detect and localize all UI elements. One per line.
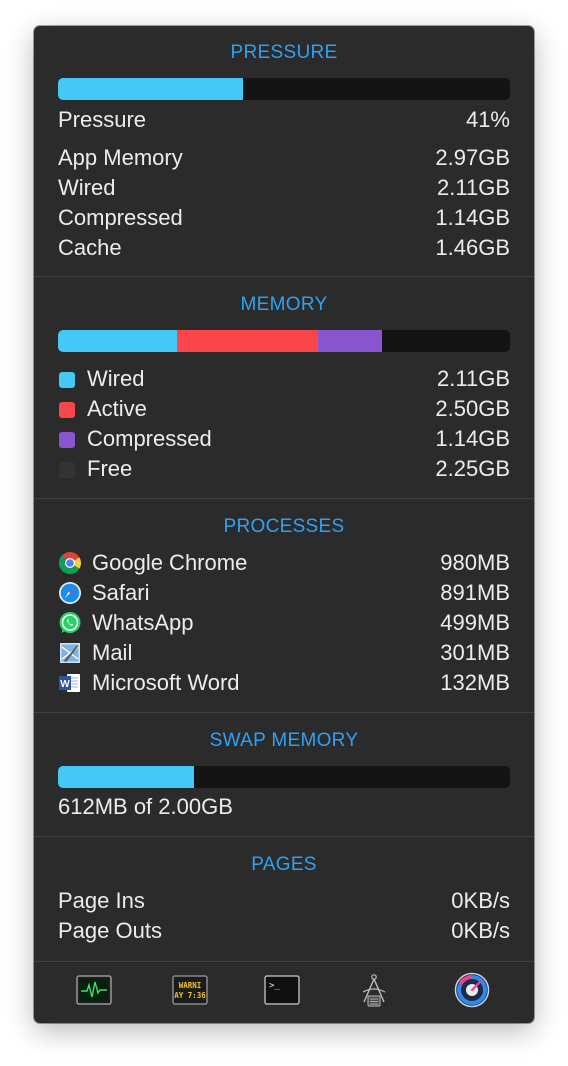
activity-monitor-icon (76, 974, 112, 1010)
safari-icon (58, 581, 82, 605)
stat-value: 2.11GB (437, 175, 510, 200)
svg-text:>_: >_ (269, 981, 280, 991)
console-icon: WARNI AY 7:36 (172, 974, 208, 1010)
pages-label: Page Ins (58, 888, 145, 913)
memory-row-free: Free 2.25GB (58, 454, 510, 484)
istat-menus-icon (454, 972, 490, 1013)
process-row-chrome[interactable]: Google Chrome 980MB (58, 548, 510, 578)
pages-row-outs: Page Outs 0KB/s (58, 916, 510, 946)
process-row-word[interactable]: W Microsoft Word 132MB (58, 668, 510, 698)
process-value: 499MB (440, 610, 510, 635)
memory-label: Active (87, 396, 147, 421)
wired-swatch (59, 372, 75, 388)
system-information-icon (358, 972, 390, 1013)
memory-label: Compressed (87, 426, 212, 451)
compressed-swatch (59, 432, 75, 448)
swap-bar-fill (58, 766, 194, 788)
process-value: 301MB (440, 640, 510, 665)
memory-bar-segment-compressed (318, 330, 382, 352)
pressure-value: 41% (465, 107, 510, 132)
memory-row-wired: Wired 2.11GB (58, 364, 510, 394)
process-label: Mail (92, 640, 133, 665)
swap-bar (58, 766, 510, 788)
pressure-row: Pressure 41% (58, 105, 510, 135)
section-divider (34, 836, 534, 837)
svg-text:W: W (60, 679, 70, 690)
chrome-icon (58, 551, 82, 575)
memory-bar (58, 330, 510, 352)
stat-value: 1.46GB (435, 235, 510, 260)
svg-text:WARNI: WARNI (179, 981, 202, 990)
console-button[interactable]: WARNI AY 7:36 (170, 972, 210, 1012)
pressure-bar-fill (58, 78, 243, 100)
memory-label: Wired (87, 366, 145, 391)
stat-row-app-memory: App Memory 2.97GB (58, 143, 510, 173)
stat-label: Compressed (58, 205, 183, 230)
pages-value: 0KB/s (451, 888, 510, 913)
istat-menus-button[interactable] (452, 972, 492, 1012)
process-row-whatsapp[interactable]: WhatsApp 499MB (58, 608, 510, 638)
stat-label: Cache (58, 235, 122, 260)
bottom-toolbar: WARNI AY 7:36 >_ (34, 962, 534, 1023)
process-label: Google Chrome (92, 550, 248, 575)
process-value: 980MB (440, 550, 510, 575)
system-information-button[interactable] (354, 972, 394, 1012)
section-divider (34, 276, 534, 277)
activity-monitor-button[interactable] (74, 972, 114, 1012)
memory-value: 1.14GB (435, 426, 510, 451)
process-row-safari[interactable]: Safari 891MB (58, 578, 510, 608)
pressure-bar (58, 78, 510, 100)
active-swatch (59, 402, 75, 418)
pages-label: Page Outs (58, 918, 162, 943)
process-value: 132MB (440, 670, 510, 695)
process-label: Safari (92, 580, 150, 605)
pages-value: 0KB/s (451, 918, 510, 943)
stat-label: App Memory (58, 145, 183, 170)
section-divider (34, 712, 534, 713)
memory-dropdown-panel: PRESSURE Pressure 41% App Memory 2.97GB … (34, 26, 534, 1023)
whatsapp-icon (58, 611, 82, 635)
pressure-title: PRESSURE (230, 42, 338, 63)
stat-row-compressed: Compressed 1.14GB (58, 203, 510, 233)
memory-row-active: Active 2.50GB (58, 394, 510, 424)
memory-row-compressed: Compressed 1.14GB (58, 424, 510, 454)
pages-title: PAGES (251, 854, 317, 875)
memory-bar-segment-wired (58, 330, 177, 352)
swap-summary-row: 612MB of 2.00GB (58, 792, 510, 822)
process-label: WhatsApp (92, 610, 194, 635)
mail-icon (58, 641, 82, 665)
process-value: 891MB (440, 580, 510, 605)
processes-title: PROCESSES (223, 516, 345, 537)
terminal-button[interactable]: >_ (262, 972, 302, 1012)
word-icon: W (58, 671, 82, 695)
stat-label: Wired (58, 175, 116, 200)
memory-label: Free (87, 456, 133, 481)
section-divider (34, 498, 534, 499)
svg-text:AY 7:36: AY 7:36 (174, 991, 206, 1000)
process-label: Microsoft Word (92, 670, 240, 695)
stat-row-cache: Cache 1.46GB (58, 233, 510, 263)
memory-bar-segment-active (177, 330, 318, 352)
memory-value: 2.25GB (435, 456, 510, 481)
memory-value: 2.11GB (437, 366, 510, 391)
swap-title: SWAP MEMORY (209, 730, 359, 751)
pressure-label: Pressure (58, 107, 147, 132)
pages-row-ins: Page Ins 0KB/s (58, 886, 510, 916)
memory-title: MEMORY (240, 294, 328, 315)
stat-row-wired: Wired 2.11GB (58, 173, 510, 203)
memory-value: 2.50GB (435, 396, 510, 421)
stat-value: 2.97GB (435, 145, 510, 170)
stat-value: 1.14GB (435, 205, 510, 230)
swap-summary: 612MB of 2.00GB (58, 794, 233, 819)
free-swatch (59, 462, 75, 478)
process-row-mail[interactable]: Mail 301MB (58, 638, 510, 668)
terminal-icon: >_ (264, 974, 300, 1010)
